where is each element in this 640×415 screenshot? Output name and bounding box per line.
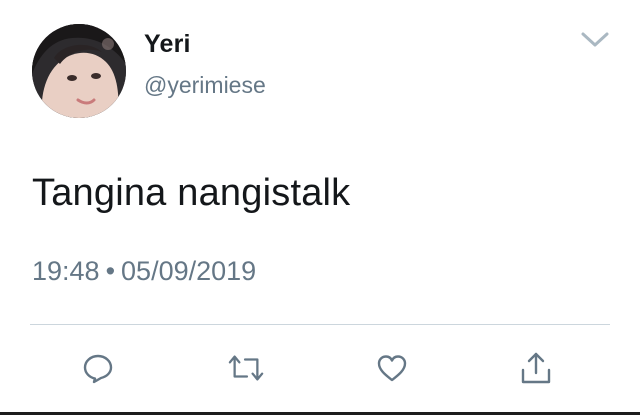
tweet-date: 05/09/2019: [121, 256, 257, 286]
reply-icon: [83, 354, 113, 384]
author-handle[interactable]: @yerimiese: [144, 72, 266, 99]
reply-button[interactable]: [80, 350, 116, 386]
avatar[interactable]: [32, 24, 126, 118]
avatar-photo: [32, 24, 126, 118]
heart-icon: [377, 355, 407, 382]
share-icon: [521, 352, 551, 384]
tweet-card: Yeri @yerimiese Tangina nangistalk 19:48…: [0, 0, 640, 415]
share-button[interactable]: [518, 350, 554, 386]
chevron-down-icon[interactable]: [580, 30, 610, 50]
author-name[interactable]: Yeri: [144, 30, 191, 59]
timestamp-separator: •: [105, 256, 116, 286]
tweet-time: 19:48: [32, 256, 100, 286]
tweet-timestamp[interactable]: 19:48 • 05/09/2019: [32, 256, 256, 287]
tweet-text: Tangina nangistalk: [32, 172, 351, 214]
retweet-icon: [228, 355, 264, 381]
like-button[interactable]: [374, 350, 410, 386]
divider: [30, 324, 610, 325]
retweet-button[interactable]: [228, 350, 264, 386]
